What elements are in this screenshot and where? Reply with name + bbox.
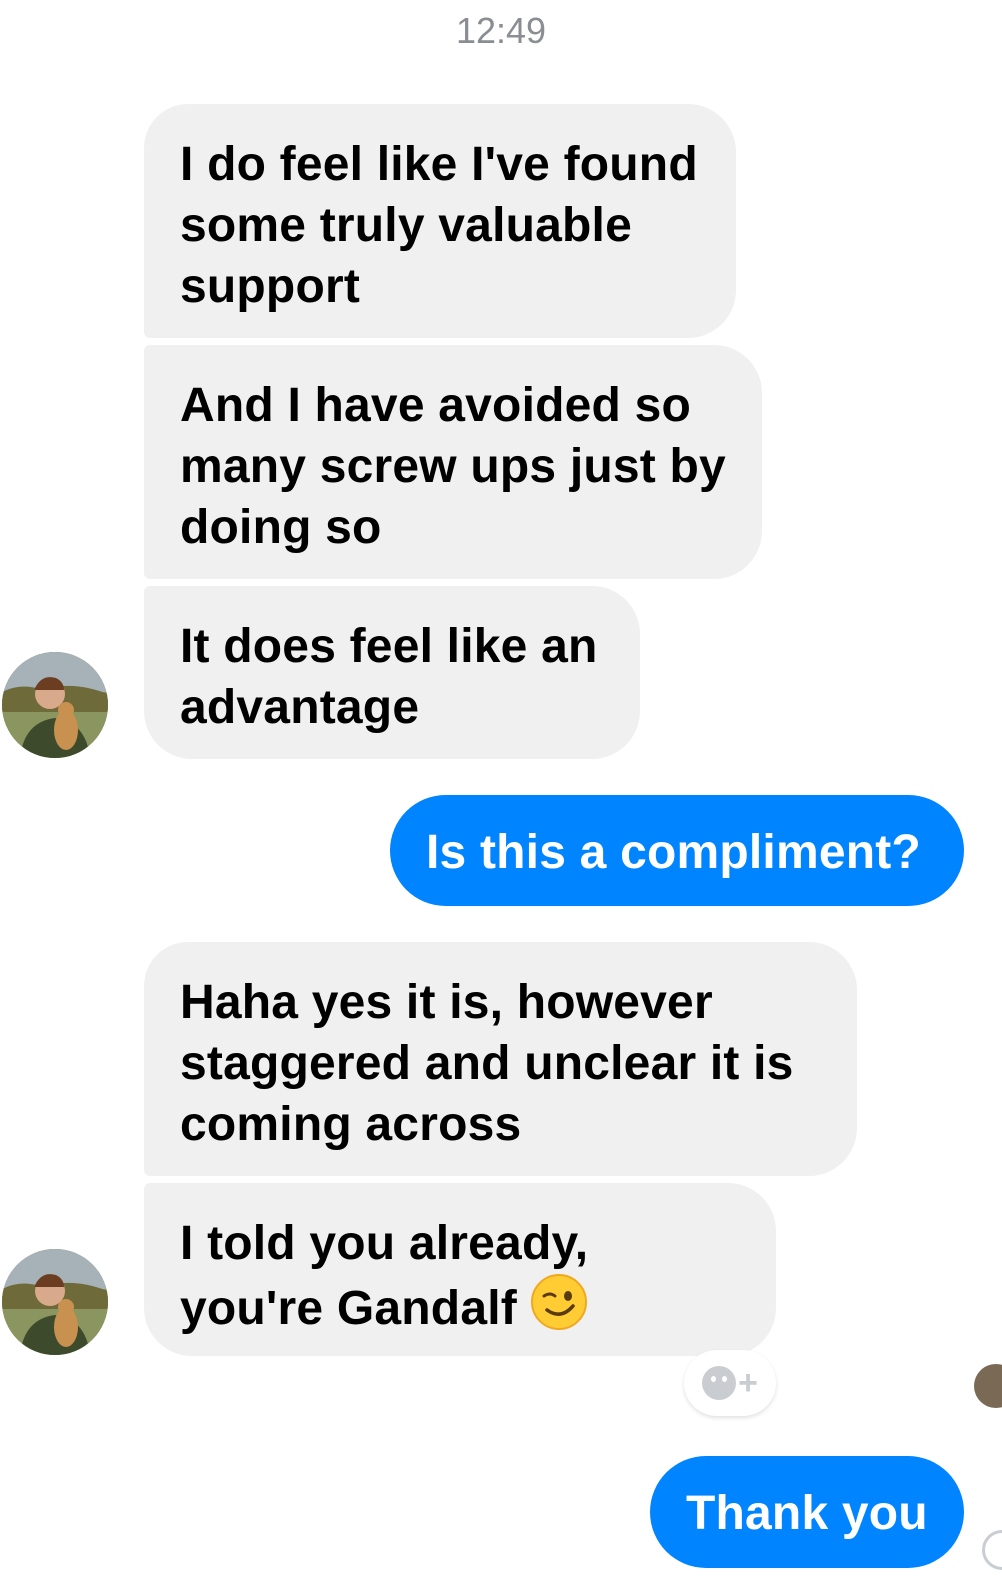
message-text: I told you already, you're Gandalf [180, 1217, 589, 1335]
outgoing-message-bubble[interactable]: Is this a compliment? [390, 795, 964, 906]
message-text: I do feel like I've found some truly val… [180, 138, 698, 313]
avatar-photo [2, 1249, 108, 1355]
incoming-message-bubble[interactable]: I told you already, you're Gandalf [144, 1183, 776, 1356]
read-receipt-avatar [974, 1364, 1002, 1408]
contact-avatar[interactable] [2, 1249, 108, 1355]
add-reaction-button[interactable]: + [684, 1350, 776, 1416]
contact-avatar[interactable] [2, 652, 108, 758]
outgoing-message-bubble[interactable]: Thank you [650, 1456, 964, 1568]
incoming-message-bubble[interactable]: Haha yes it is, however staggered and un… [144, 942, 857, 1176]
message-text: It does feel like an advantage [180, 620, 598, 734]
winking-face-emoji [530, 1274, 587, 1345]
incoming-message-bubble[interactable]: And I have avoided so many screw ups jus… [144, 345, 762, 579]
avatar-photo [2, 652, 108, 758]
incoming-message-bubble[interactable]: It does feel like an advantage [144, 586, 640, 759]
message-text: Haha yes it is, however staggered and un… [180, 976, 794, 1151]
add-reaction-icon [702, 1366, 737, 1400]
incoming-message-bubble[interactable]: I do feel like I've found some truly val… [144, 104, 736, 338]
timestamp: 12:49 [455, 10, 547, 51]
message-text: And I have avoided so many screw ups jus… [180, 379, 726, 554]
plus-icon: + [738, 1364, 758, 1402]
message-text: Is this a compliment? [426, 826, 921, 879]
delivery-status-icon [982, 1530, 1002, 1570]
message-text: Thank you [686, 1487, 928, 1540]
